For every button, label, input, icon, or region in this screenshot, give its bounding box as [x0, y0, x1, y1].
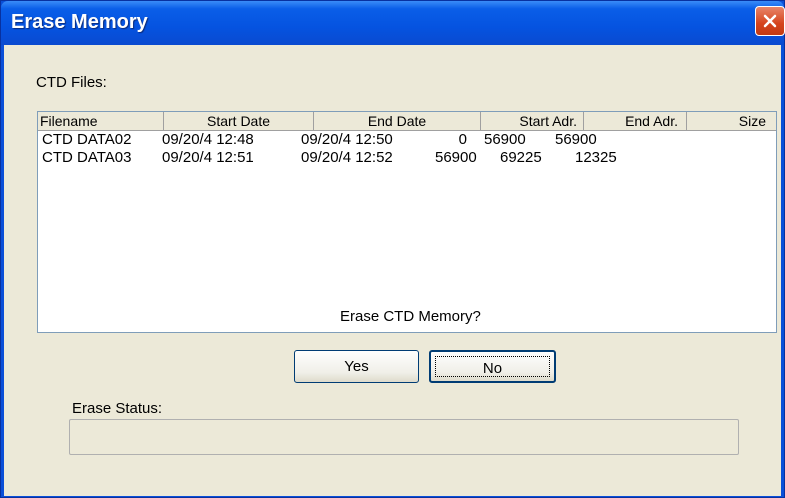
cell-start-adr: 0 [458, 131, 467, 148]
list-header: Filename Start Date End Date Start Adr. … [38, 112, 776, 131]
close-icon [763, 14, 777, 28]
table-row[interactable]: CTD DATA03 09/20/4 12:51 09/20/4 12:52 5… [38, 149, 776, 167]
column-end-date[interactable]: End Date [314, 112, 481, 130]
no-button-label: No [435, 356, 550, 377]
ctd-files-list[interactable]: Filename Start Date End Date Start Adr. … [37, 111, 777, 333]
dialog-body: CTD Files: Filename Start Date End Date … [4, 45, 781, 496]
cell-end-date: 09/20/4 12:52 [301, 149, 393, 166]
erase-question: Erase CTD Memory? [340, 308, 481, 325]
cell-start-adr: 56900 [435, 149, 477, 166]
yes-button[interactable]: Yes [294, 350, 419, 383]
erase-memory-window: Erase Memory CTD Files: Filename Start D… [0, 0, 785, 498]
erase-status-label: Erase Status: [72, 400, 163, 417]
column-size[interactable]: Size [687, 112, 776, 130]
window-title: Erase Memory [11, 11, 148, 33]
ctd-files-label: CTD Files: [36, 74, 107, 91]
cell-start-date: 09/20/4 12:51 [162, 149, 254, 166]
column-filename[interactable]: Filename [38, 112, 164, 130]
column-end-adr[interactable]: End Adr. [584, 112, 687, 130]
cell-size: 12325 [575, 149, 617, 166]
cell-filename: CTD DATA02 [42, 131, 132, 148]
no-button[interactable]: No [429, 350, 556, 383]
title-bar: Erase Memory [1, 1, 785, 45]
cell-size: 56900 [555, 131, 597, 148]
close-button[interactable] [755, 6, 785, 36]
cell-filename: CTD DATA03 [42, 149, 132, 166]
cell-end-date: 09/20/4 12:50 [301, 131, 393, 148]
column-start-adr[interactable]: Start Adr. [481, 112, 584, 130]
erase-status-progress [69, 419, 739, 455]
column-start-date[interactable]: Start Date [164, 112, 314, 130]
table-row[interactable]: CTD DATA02 09/20/4 12:48 09/20/4 12:50 0… [38, 131, 776, 149]
cell-start-date: 09/20/4 12:48 [162, 131, 254, 148]
cell-end-adr: 56900 [484, 131, 526, 148]
cell-end-adr: 69225 [500, 149, 542, 166]
